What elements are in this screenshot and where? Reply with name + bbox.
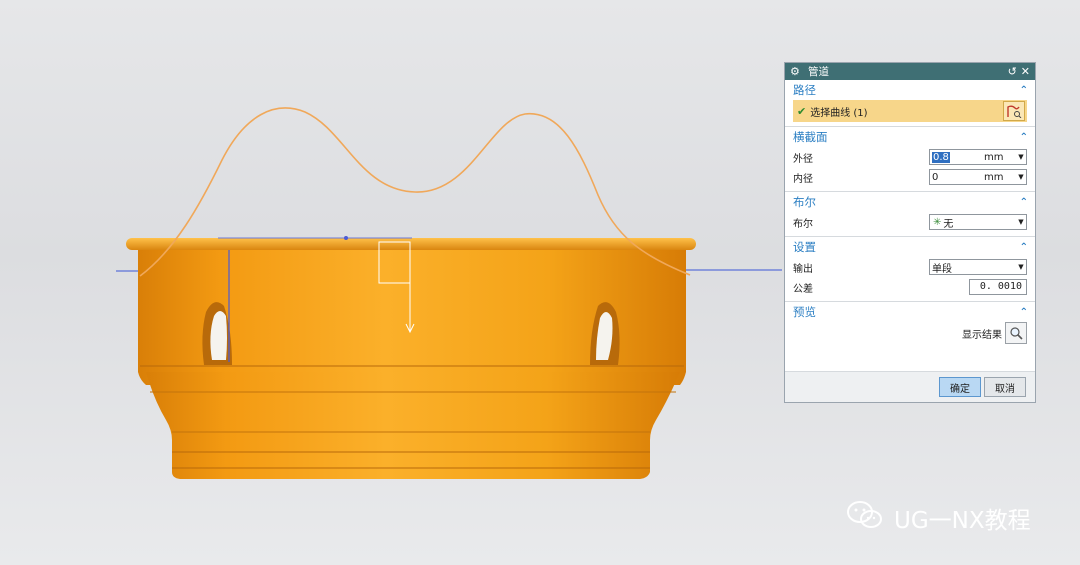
section-title: 布尔: [793, 195, 816, 209]
section-settings-header[interactable]: 设置 ⌃: [785, 237, 1035, 257]
section-preview: 预览 ⌃ 显示结果: [785, 302, 1035, 348]
basket-rim: [126, 238, 696, 250]
outer-diameter-field[interactable]: 0.8 mm ▼: [929, 149, 1027, 165]
section-cross-section-header[interactable]: 横截面 ⌃: [785, 127, 1035, 147]
show-result-row: 显示结果: [785, 322, 1035, 344]
section-preview-header[interactable]: 预览 ⌃: [785, 302, 1035, 322]
close-icon[interactable]: ✕: [1021, 65, 1030, 78]
inner-diameter-field[interactable]: 0 mm ▼: [929, 169, 1027, 185]
boolean-value: 无: [943, 218, 954, 230]
output-value: 单段: [932, 263, 952, 275]
watermark: UG一NX教程: [846, 498, 1031, 538]
show-result-label: 显示结果: [962, 329, 1002, 341]
output-select[interactable]: 单段 ▼: [929, 259, 1027, 275]
section-boolean: 布尔 ⌃ 布尔 ✳ 无 ▼: [785, 192, 1035, 237]
select-curve-row[interactable]: ✔ 选择曲线 (1): [793, 100, 1027, 122]
section-path-header[interactable]: 路径 ⌃: [785, 80, 1035, 100]
dialog-titlebar: ⚙ 管道 ↺ ✕: [785, 63, 1035, 80]
magnifier-icon[interactable]: [1005, 322, 1027, 344]
chevron-down-icon[interactable]: ▼: [1016, 263, 1026, 271]
reset-icon[interactable]: ↺: [1008, 65, 1017, 78]
section-title: 预览: [793, 305, 816, 319]
ok-button[interactable]: 确定: [939, 377, 981, 397]
pipe-dialog: ⚙ 管道 ↺ ✕ 路径 ⌃ ✔ 选择曲线 (1) 横截面 ⌃ 外径 0.8 mm…: [784, 62, 1036, 403]
chevron-up-icon[interactable]: ⌃: [1020, 307, 1028, 318]
cancel-button[interactable]: 取消: [984, 377, 1026, 397]
boolean-none-icon: ✳: [933, 216, 942, 228]
section-cross-section: 横截面 ⌃ 外径 0.8 mm ▼ 内径 0 mm ▼: [785, 127, 1035, 192]
dialog-title: 管道: [808, 66, 829, 78]
boolean-select[interactable]: ✳ 无 ▼: [929, 214, 1027, 230]
section-path: 路径 ⌃ ✔ 选择曲线 (1): [785, 80, 1035, 127]
outer-diameter-value[interactable]: 0.8: [932, 151, 950, 163]
basket-part[interactable]: [126, 238, 696, 479]
output-label: 输出: [793, 263, 813, 275]
output-row: 输出 单段 ▼: [785, 257, 1035, 277]
inner-diameter-label: 内径: [793, 173, 813, 185]
chevron-down-icon[interactable]: ▼: [1016, 173, 1026, 181]
dialog-footer: 确定 取消: [785, 371, 1035, 402]
inner-diameter-value[interactable]: 0: [930, 172, 984, 183]
section-title: 路径: [793, 83, 816, 97]
chevron-down-icon[interactable]: ▼: [1016, 153, 1026, 161]
chevron-up-icon[interactable]: ⌃: [1020, 85, 1028, 96]
basket-lower-body: [146, 372, 680, 479]
tolerance-label: 公差: [793, 283, 813, 295]
outer-diameter-row: 外径 0.8 mm ▼: [785, 147, 1035, 167]
chevron-up-icon[interactable]: ⌃: [1020, 197, 1028, 208]
gear-icon: ⚙: [790, 65, 800, 78]
boolean-label: 布尔: [793, 218, 813, 230]
chevron-down-icon[interactable]: ▼: [1016, 218, 1026, 226]
section-title: 设置: [793, 240, 816, 254]
inner-diameter-row: 内径 0 mm ▼: [785, 167, 1035, 187]
outer-diameter-unit[interactable]: mm: [984, 152, 1016, 163]
section-title: 横截面: [793, 130, 828, 144]
section-settings: 设置 ⌃ 输出 单段 ▼ 公差 0. 0010: [785, 237, 1035, 302]
chevron-up-icon[interactable]: ⌃: [1020, 132, 1028, 143]
watermark-text: UG一NX教程: [894, 508, 1031, 534]
inner-diameter-unit[interactable]: mm: [984, 172, 1016, 183]
tolerance-input[interactable]: 0. 0010: [969, 279, 1027, 295]
wechat-icon: [846, 499, 884, 537]
boolean-row: 布尔 ✳ 无 ▼: [785, 212, 1035, 232]
section-boolean-header[interactable]: 布尔 ⌃: [785, 192, 1035, 212]
curve-select-icon[interactable]: [1003, 101, 1025, 121]
outer-diameter-label: 外径: [793, 153, 813, 165]
chevron-up-icon[interactable]: ⌃: [1020, 242, 1028, 253]
check-icon: ✔: [797, 104, 807, 118]
select-curve-label: 选择曲线 (1): [810, 107, 868, 119]
tolerance-row: 公差 0. 0010: [785, 277, 1035, 297]
